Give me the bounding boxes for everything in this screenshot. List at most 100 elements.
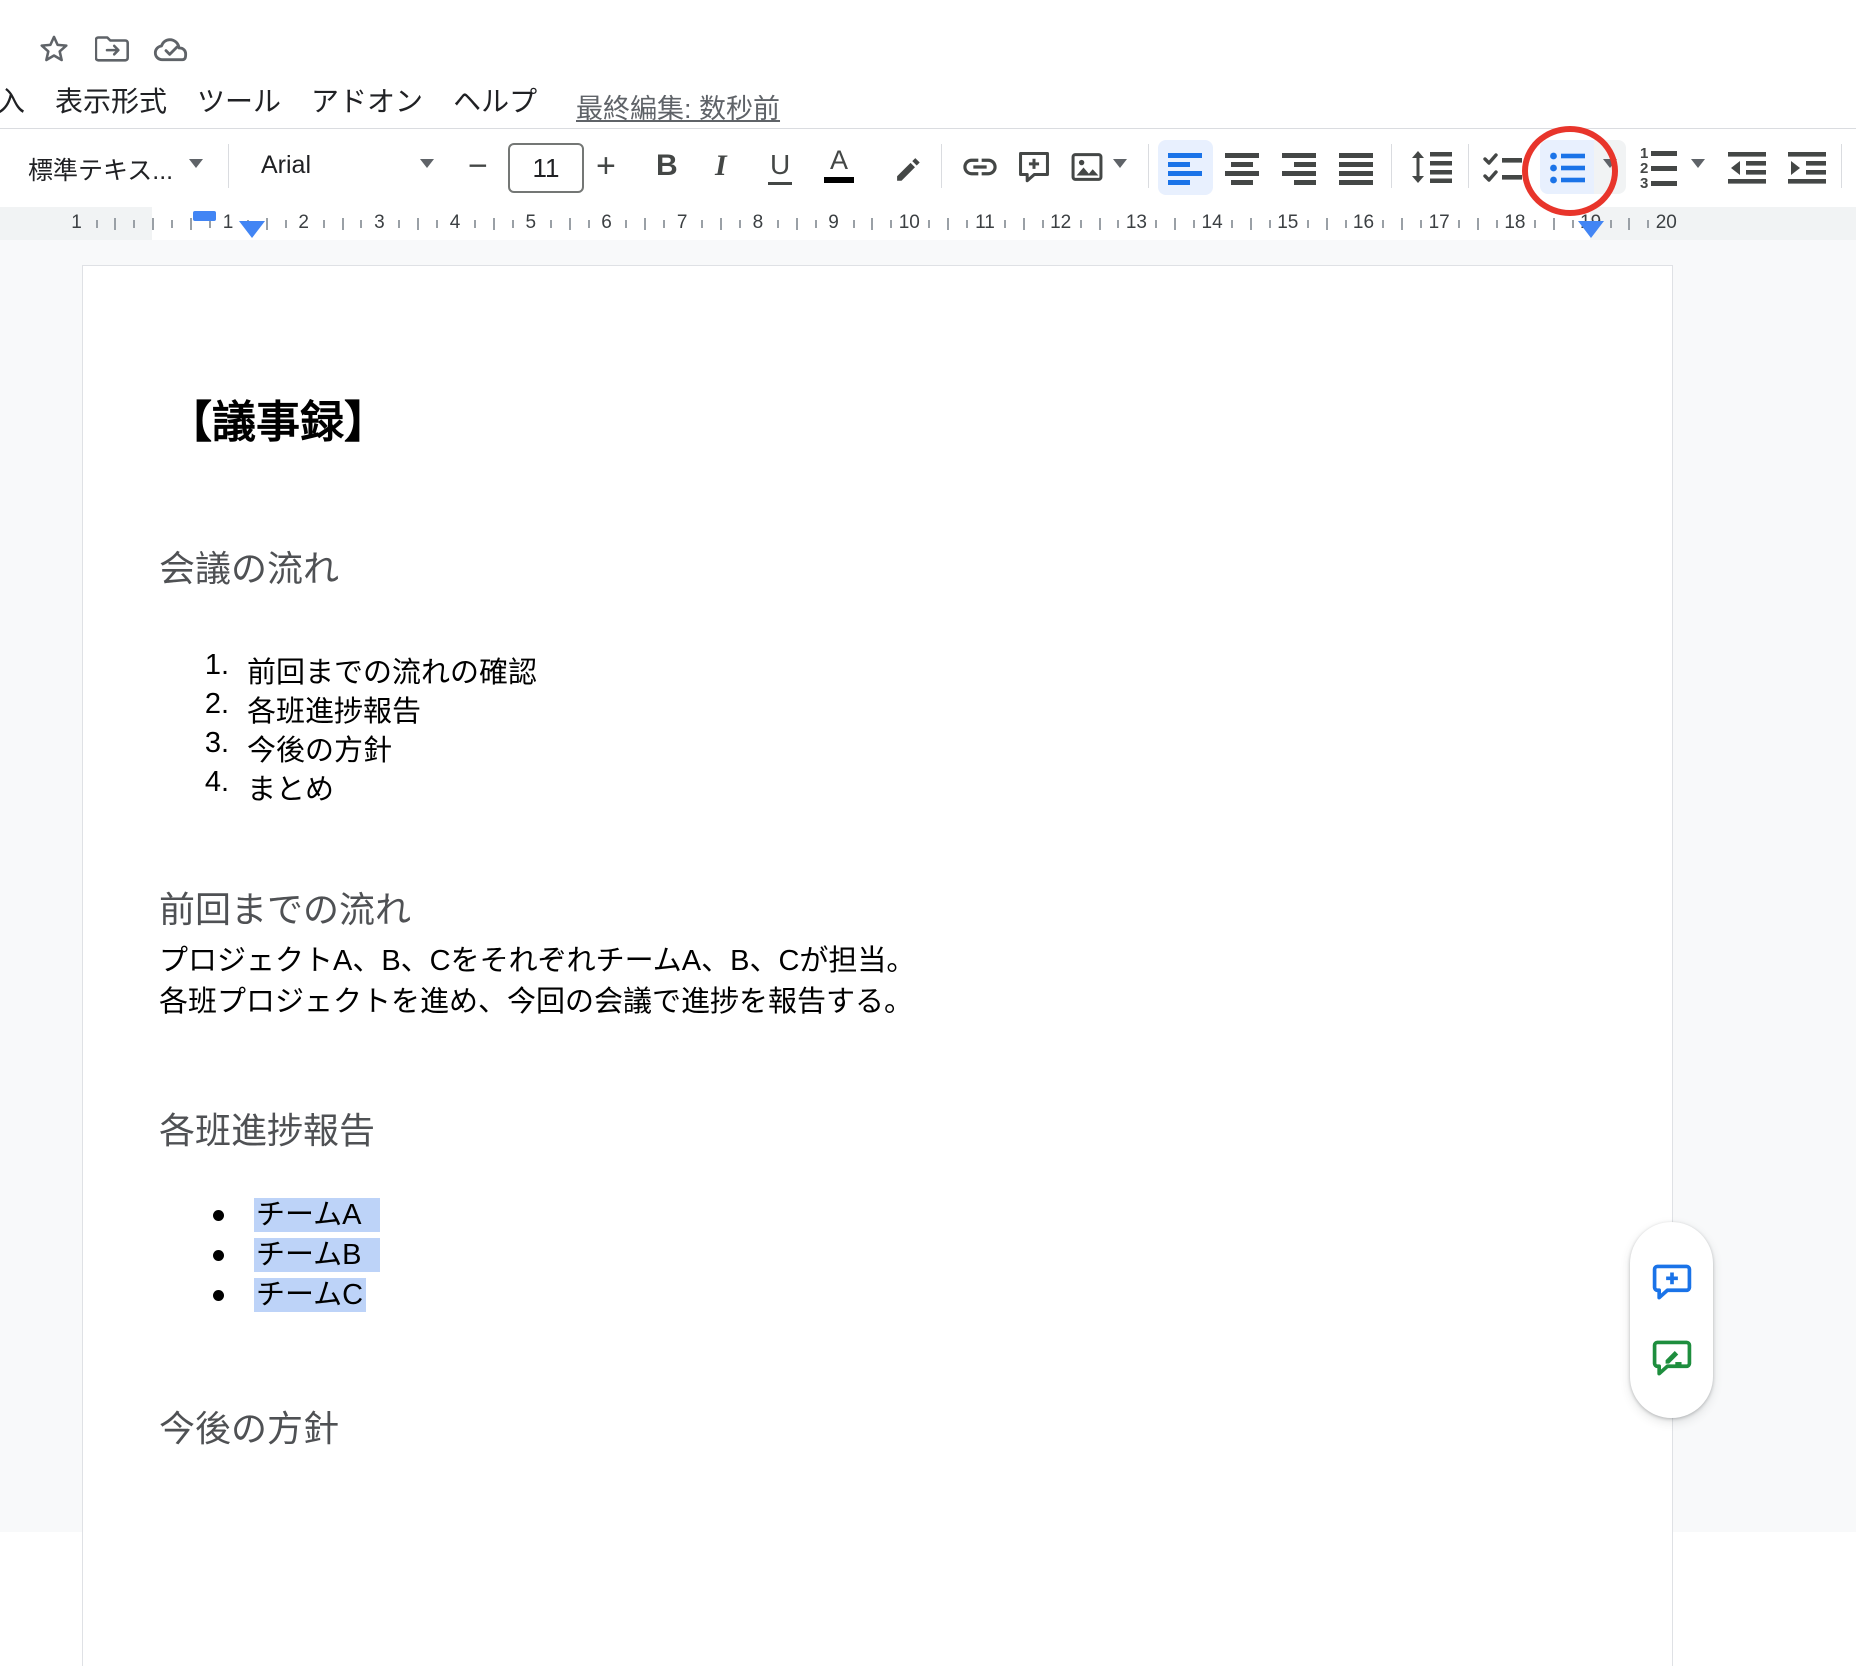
italic-button[interactable]: I: [715, 149, 727, 183]
left-indent-marker[interactable]: [239, 221, 265, 238]
numbered-list-digit: 1: [1640, 146, 1648, 161]
ruler-number: 8: [753, 212, 764, 234]
ruler-number: 1: [71, 212, 82, 234]
list-item-number: 4.: [191, 766, 229, 799]
selected-text: チームB: [254, 1238, 380, 1272]
ruler-tick: [417, 218, 419, 230]
document-title: 【議事録】: [168, 386, 388, 450]
font-family-dropdown[interactable]: Arial: [261, 151, 311, 180]
menu-item[interactable]: ヘルプ: [453, 84, 537, 120]
menu-item[interactable]: 表示形式: [55, 84, 167, 120]
ruler-number: 5: [526, 212, 537, 234]
ruler-number: 2: [298, 212, 309, 234]
align-justify-button[interactable]: [1339, 151, 1375, 185]
ruler-tick: [1458, 220, 1460, 228]
ruler-tick: [1080, 220, 1082, 228]
menu-item[interactable]: アドオン: [311, 84, 423, 120]
ruler-number: 13: [1126, 212, 1147, 234]
paragraph-line[interactable]: プロジェクトA、B、CをそれぞれチームA、B、Cが担当。: [159, 937, 915, 979]
numbered-list-arrow-icon[interactable]: [1691, 159, 1705, 168]
folder-move-icon[interactable]: [95, 33, 131, 63]
checklist-button[interactable]: [1483, 152, 1523, 184]
ruler-number: 14: [1202, 212, 1223, 234]
right-indent-marker[interactable]: [1578, 221, 1604, 238]
ruler-tick: [96, 220, 98, 228]
ruler-tick: [1117, 220, 1119, 228]
cloud-done-icon: [152, 33, 192, 63]
bold-button[interactable]: B: [656, 149, 678, 183]
ruler-number: 16: [1353, 212, 1374, 234]
ruler-tick: [398, 220, 400, 228]
toolbar: 標準テキス... Arial − 11 + B I U A: [0, 129, 1856, 207]
ruler-tick: [1174, 218, 1176, 230]
ruler-tick: [777, 220, 779, 228]
ruler-tick: [1420, 220, 1422, 228]
line-spacing-icon[interactable]: [1410, 149, 1454, 185]
align-center-button[interactable]: [1225, 151, 1261, 185]
ruler-number: 9: [828, 212, 839, 234]
toolbar-separator: [941, 144, 942, 188]
ruler-tick: [796, 218, 798, 230]
bulleted-list-button[interactable]: [1549, 150, 1585, 186]
first-line-indent-marker[interactable]: [193, 211, 216, 221]
paragraph-style-arrow-icon[interactable]: [189, 159, 203, 168]
ruler-number: 4: [450, 212, 461, 234]
selected-text: チームC: [254, 1278, 366, 1312]
ruler-tick: [1610, 220, 1612, 228]
ruler-tick: [360, 220, 362, 228]
ruler-tick: [1401, 218, 1403, 230]
ruler-tick: [152, 218, 154, 230]
toolbar-separator: [1391, 144, 1392, 188]
align-left-button[interactable]: [1168, 151, 1204, 185]
list-item-text: 今後の方針: [247, 727, 392, 769]
heading-progress: 各班進捗報告: [159, 1102, 375, 1154]
increase-indent-button[interactable]: [1788, 150, 1828, 186]
text-color-glyph: A: [830, 145, 848, 175]
last-edit-link[interactable]: 最終編集: 数秒前: [576, 87, 780, 126]
ruler-tick: [569, 218, 571, 230]
ruler-tick: [625, 220, 627, 228]
ruler-number: 11: [975, 212, 995, 234]
ruler-tick: [720, 218, 722, 230]
ruler[interactable]: 11234567891011121314151617181920: [0, 207, 1856, 240]
bulleted-list-arrow-icon[interactable]: [1603, 159, 1617, 168]
add-comment-icon[interactable]: [1015, 148, 1053, 186]
ruler-tick: [1307, 220, 1309, 228]
paragraph-style-dropdown[interactable]: 標準テキス...: [28, 151, 173, 187]
paragraph-line[interactable]: 各班プロジェクトを進め、今回の会議で進捗を報告する。: [159, 978, 913, 1020]
menubar: 入表示形式ツールアドオンヘルプ: [0, 84, 537, 120]
list-item-number: 1.: [191, 649, 229, 682]
font-family-arrow-icon[interactable]: [420, 159, 434, 168]
add-comment-fab-icon[interactable]: [1648, 1258, 1696, 1306]
highlight-color-icon[interactable]: [886, 147, 924, 185]
insert-link-icon[interactable]: [959, 147, 1001, 187]
font-size-input[interactable]: 11: [508, 143, 584, 193]
heading-agenda: 会議の流れ: [159, 540, 339, 592]
font-size-increase-button[interactable]: +: [596, 147, 616, 186]
text-color-button[interactable]: A: [824, 145, 854, 183]
ruler-tick: [1345, 220, 1347, 228]
menu-item[interactable]: ツール: [197, 84, 281, 120]
ruler-tick: [871, 218, 873, 230]
ruler-tick: [1326, 218, 1328, 230]
ruler-number: 18: [1504, 212, 1525, 234]
ruler-tick: [474, 220, 476, 228]
font-size-decrease-button[interactable]: −: [468, 147, 488, 186]
decrease-indent-button[interactable]: [1728, 150, 1768, 186]
ruler-number: 15: [1277, 212, 1298, 234]
document-page[interactable]: 【議事録】 会議の流れ 1. 前回までの流れの確認 2. 各班進捗報告 3. 今…: [82, 265, 1673, 1666]
ruler-tick: [190, 218, 192, 230]
menu-item[interactable]: 入: [0, 84, 25, 120]
ruler-tick: [550, 220, 552, 228]
ruler-tick: [1231, 220, 1233, 228]
ruler-tick: [966, 220, 968, 228]
star-icon[interactable]: [36, 30, 72, 66]
align-right-button[interactable]: [1282, 151, 1318, 185]
ruler-tick: [1250, 218, 1252, 230]
list-item-text: 各班進捗報告: [247, 688, 421, 730]
insert-image-arrow-icon[interactable]: [1113, 159, 1127, 168]
suggest-edits-fab-icon[interactable]: [1648, 1334, 1696, 1382]
numbered-list-button[interactable]: 123: [1640, 146, 1677, 191]
insert-image-icon[interactable]: [1068, 148, 1106, 186]
underline-button[interactable]: U: [768, 149, 792, 185]
